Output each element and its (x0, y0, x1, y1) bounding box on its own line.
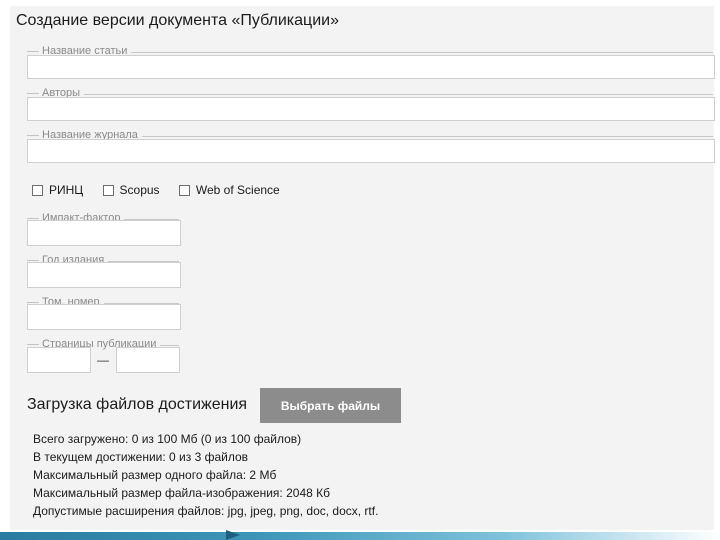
article-title-input[interactable] (27, 55, 715, 79)
field-frame-line (27, 94, 713, 95)
checkbox-box[interactable] (178, 184, 190, 196)
upload-title: Загрузка файлов достижения (27, 396, 248, 413)
pages-from-input[interactable] (27, 347, 91, 373)
choose-files-button[interactable]: Выбрать файлы (260, 388, 401, 423)
volume-input[interactable] (27, 304, 181, 330)
scopus-checkbox[interactable]: Scopus (102, 183, 160, 197)
year-input[interactable] (27, 262, 181, 288)
pages-separator: — (97, 353, 109, 367)
checkbox-box[interactable] (102, 184, 114, 196)
footer-decor-bar (0, 532, 720, 540)
upload-info-current: В текущем достижении: 0 из 3 файлов (33, 450, 249, 464)
wos-checkbox[interactable]: Web of Science (178, 183, 280, 197)
upload-info-max-image: Максимальный размер файла-изображения: 2… (33, 486, 330, 500)
index-checkboxes: РИНЦ Scopus Web of Science (32, 183, 296, 199)
upload-info: Всего загружено: 0 из 100 Мб (0 из 100 ф… (33, 430, 378, 520)
footer-decor-arrow (226, 530, 240, 540)
impact-input[interactable] (27, 220, 181, 246)
rinc-checkbox[interactable]: РИНЦ (32, 183, 83, 197)
checkbox-box[interactable] (32, 184, 43, 196)
authors-input[interactable] (27, 97, 715, 121)
upload-info-extensions: Допустимые расширения файлов: jpg, jpeg,… (33, 504, 379, 518)
upload-info-max-file: Максимальный размер одного файла: 2 Мб (33, 468, 277, 482)
pages-to-input[interactable] (116, 347, 180, 373)
upload-info-total: Всего загружено: 0 из 100 Мб (0 из 100 ф… (33, 432, 302, 446)
page-title: Создание версии документа «Публикации» (16, 12, 339, 29)
journal-input[interactable] (27, 139, 715, 163)
